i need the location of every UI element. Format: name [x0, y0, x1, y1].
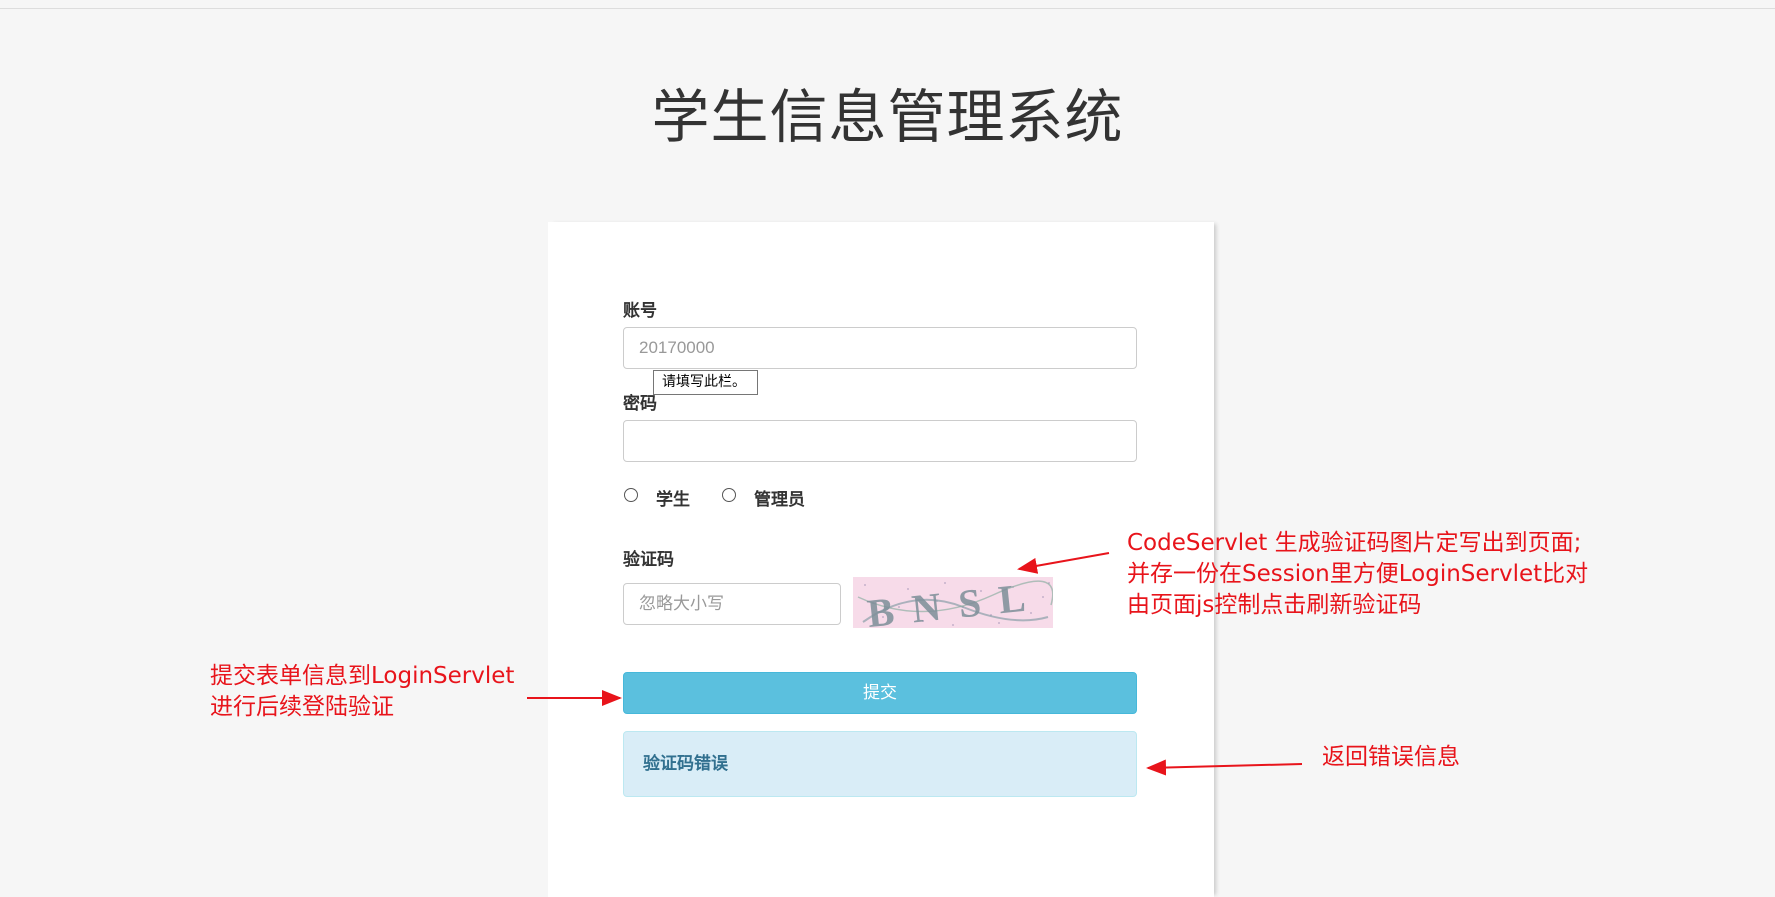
annotation-arrows	[527, 552, 1303, 776]
arrow-left-icon	[1146, 759, 1303, 776]
arrow-left-icon	[1017, 552, 1110, 574]
